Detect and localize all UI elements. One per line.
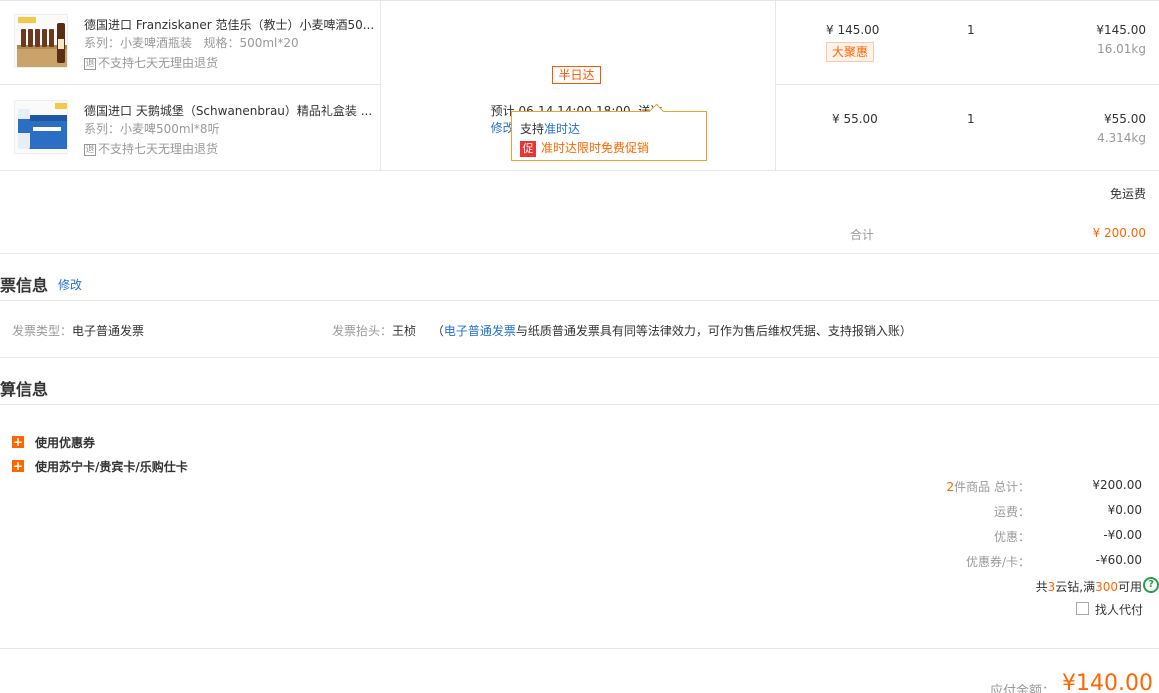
quantity: 1 xyxy=(967,112,975,126)
total-divider xyxy=(0,253,1159,254)
product-title-link[interactable]: 德国进口 天鹅城堡（Schwanenbrau）精品礼盒装 ... xyxy=(84,102,374,119)
product-spec: 系列：小麦啤酒瓶装 规格：500ml*20 xyxy=(84,36,299,50)
diamond-prefix: 共 xyxy=(1035,580,1048,594)
diamond-threshold: 300 xyxy=(1095,580,1118,594)
invoice-title-divider xyxy=(0,300,1159,301)
beer-bottles-case-icon xyxy=(17,17,67,67)
unit-price: ¥ 145.00 xyxy=(826,23,880,37)
no-return-text: 不支持七天无理由退货 xyxy=(98,56,219,70)
invoice-note-text: 与纸质普通发票具有同等法律效力，可作为售后维权凭据、支持报销入账） xyxy=(515,324,912,338)
proxy-pay-checkbox[interactable] xyxy=(1076,602,1089,615)
help-icon[interactable]: ? xyxy=(1143,577,1159,593)
invoice-head: 发票抬头：王桢 （电子普通发票与纸质普通发票具有同等法律效力，可作为售后维权凭据… xyxy=(332,322,912,339)
unit-price: ¥ 55.00 xyxy=(832,112,878,126)
invoice-modify-link[interactable]: 修改 xyxy=(58,276,82,293)
diamond-suffix: 可用 xyxy=(1117,580,1142,594)
payable-value: ¥140.00 xyxy=(1062,671,1153,693)
diamond-mid: 云钻,满 xyxy=(1055,580,1096,594)
settlement-title-divider xyxy=(0,404,1159,405)
invoice-head-value: 王桢 xyxy=(392,324,417,338)
item-weight: 4.314kg xyxy=(1097,131,1146,145)
on-time-promo: 促准时达限时免费促销 xyxy=(520,139,649,157)
no-return-text: 不支持七天无理由退货 xyxy=(98,142,219,156)
invoice-note-open: （ xyxy=(431,324,444,338)
total-label: 合计 xyxy=(850,228,875,242)
half-day-delivery-badge: 半日达 xyxy=(552,66,601,84)
invoice-type-value: 电子普通发票 xyxy=(72,324,145,338)
invoice-head-label: 发票抬头： xyxy=(332,324,393,338)
expand-plus-icon[interactable]: + xyxy=(12,436,24,448)
beer-can-giftbox-icon xyxy=(18,103,67,149)
product-thumbnail[interactable] xyxy=(14,14,68,68)
top-divider xyxy=(0,0,1159,1)
goods-total-value: ¥200.00 xyxy=(1092,478,1142,492)
invoice-divider xyxy=(0,357,1159,358)
total-value: ¥ 200.00 xyxy=(1092,226,1146,240)
item-count-text: 件商品 总计： xyxy=(954,480,1030,494)
item-divider-right xyxy=(775,84,1159,85)
invoice-section-title: 票信息 xyxy=(0,276,49,295)
invoice-type: 发票类型：电子普通发票 xyxy=(12,322,144,339)
discount-value: -¥0.00 xyxy=(1103,528,1142,542)
col-divider-right xyxy=(775,0,776,170)
use-cards-toggle[interactable]: 使用苏宁卡/贵宾卡/乐购仕卡 xyxy=(35,458,188,475)
item-divider xyxy=(0,84,380,85)
item-subtotal: ¥145.00 xyxy=(1096,23,1146,37)
promo-icon: 促 xyxy=(520,140,536,157)
on-time-tooltip: 支持准时达 促准时达限时免费促销 xyxy=(511,111,707,161)
payable-label: 应付金额： xyxy=(990,684,1056,693)
quantity: 1 xyxy=(967,23,975,37)
coupon-card-label: 优惠券/卡： xyxy=(965,555,1030,569)
coupon-card-value: -¥60.00 xyxy=(1095,553,1142,567)
product-spec: 系列：小麦啤500ml*8听 xyxy=(84,122,220,136)
on-time-support-prefix: 支持 xyxy=(520,122,545,136)
expand-plus-icon[interactable]: + xyxy=(12,460,24,472)
no-return-note: 退不支持七天无理由退货 xyxy=(84,54,218,71)
col-divider-left xyxy=(380,0,381,170)
payable-divider xyxy=(0,648,1159,649)
no-return-note: 退不支持七天无理由退货 xyxy=(84,140,218,157)
no-return-icon: 退 xyxy=(84,143,96,156)
item-weight: 16.01kg xyxy=(1097,42,1146,56)
cloud-diamond-note: 共3云钻,满300可用 xyxy=(960,578,1142,595)
shipping-free: 免运费 xyxy=(1109,187,1146,201)
on-time-link[interactable]: 准时达 xyxy=(544,122,580,136)
freight-label: 运费： xyxy=(993,505,1030,519)
on-time-promo-text: 准时达限时免费促销 xyxy=(541,141,650,155)
use-coupon-toggle[interactable]: 使用优惠券 xyxy=(35,434,95,451)
item-count-label: 2件商品 总计： xyxy=(900,478,1030,495)
items-bottom-divider xyxy=(0,170,1159,171)
invoice-type-label: 发票类型： xyxy=(12,324,73,338)
no-return-icon: 退 xyxy=(84,57,96,70)
freight-value: ¥0.00 xyxy=(1107,503,1142,517)
e-invoice-link[interactable]: 电子普通发票 xyxy=(444,324,516,338)
proxy-pay-label[interactable]: 找人代付 xyxy=(1095,601,1143,618)
product-title-link[interactable]: 德国进口 Franziskaner 范佳乐（教士）小麦啤酒50... xyxy=(84,16,374,33)
settlement-section-title: 算信息 xyxy=(0,380,49,399)
product-thumbnail[interactable] xyxy=(14,100,68,154)
promo-tag: 大聚惠 xyxy=(826,42,874,62)
item-subtotal: ¥55.00 xyxy=(1104,112,1146,126)
on-time-support: 支持准时达 xyxy=(520,120,580,137)
discount-label: 优惠： xyxy=(993,530,1030,544)
